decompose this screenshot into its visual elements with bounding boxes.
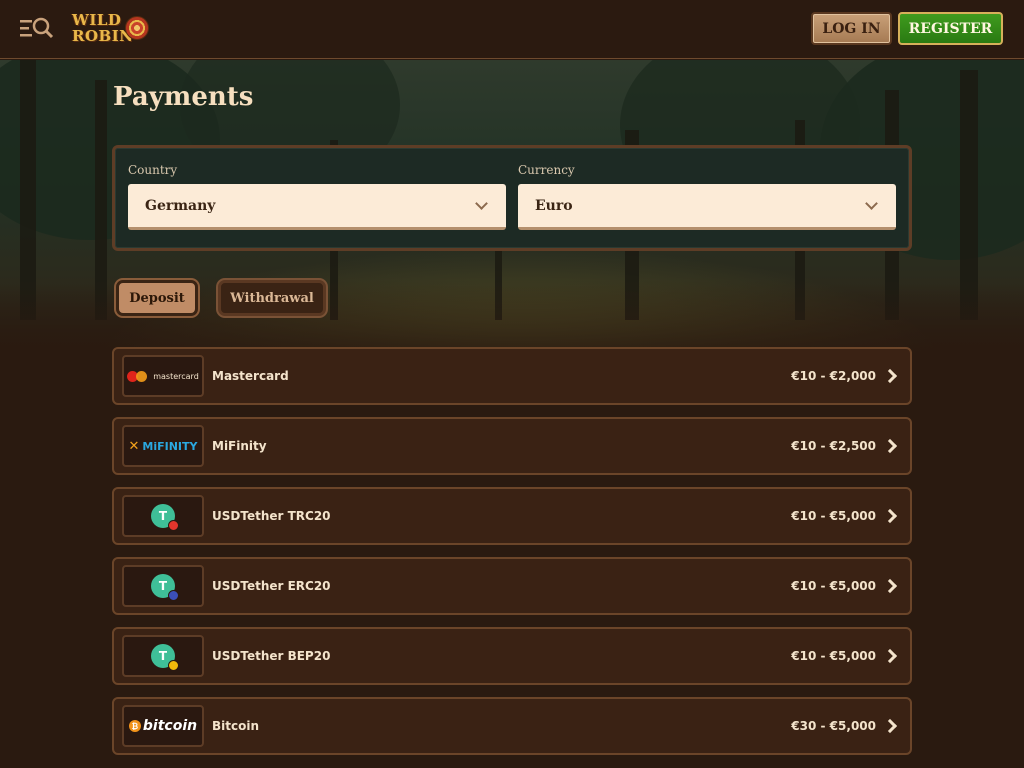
tether-erc20-logo: T bbox=[122, 565, 204, 607]
mifinity-logo: ✕ MiFINITY bbox=[122, 425, 204, 467]
method-name: USDTether TRC20 bbox=[212, 509, 331, 523]
method-row-tether-trc20[interactable]: T USDTether TRC20 €10 - €5,000 bbox=[112, 487, 912, 545]
country-value: Germany bbox=[145, 197, 216, 214]
bitcoin-logo: ₿ bitcoin bbox=[122, 705, 204, 747]
chevron-right-icon bbox=[882, 368, 898, 384]
currency-select[interactable]: Euro bbox=[518, 184, 896, 230]
chevron-right-icon bbox=[882, 438, 898, 454]
tether-trc20-logo: T bbox=[122, 495, 204, 537]
method-name: USDTether ERC20 bbox=[212, 579, 331, 593]
chevron-down-icon bbox=[865, 197, 878, 210]
chevron-down-icon bbox=[475, 197, 488, 210]
top-header: WILD ROBIN LOG IN REGISTER bbox=[0, 0, 1024, 59]
method-row-bitcoin[interactable]: ₿ bitcoin Bitcoin €30 - €5,000 bbox=[112, 697, 912, 755]
login-button[interactable]: LOG IN bbox=[811, 12, 892, 45]
method-range: €10 - €5,000 bbox=[791, 579, 876, 593]
country-label: Country bbox=[128, 163, 178, 177]
tether-bep20-logo: T bbox=[122, 635, 204, 677]
method-range: €10 - €2,500 bbox=[791, 439, 876, 453]
target-icon bbox=[125, 16, 149, 40]
method-name: MiFinity bbox=[212, 439, 267, 453]
tab-deposit[interactable]: Deposit bbox=[116, 280, 198, 316]
chevron-right-icon bbox=[882, 718, 898, 734]
method-range: €10 - €5,000 bbox=[791, 509, 876, 523]
method-row-tether-erc20[interactable]: T USDTether ERC20 €10 - €5,000 bbox=[112, 557, 912, 615]
method-row-tether-bep20[interactable]: T USDTether BEP20 €10 - €5,000 bbox=[112, 627, 912, 685]
method-range: €10 - €2,000 bbox=[791, 369, 876, 383]
wild-robin-logo[interactable]: WILD ROBIN bbox=[70, 10, 152, 48]
currency-value: Euro bbox=[535, 197, 573, 214]
method-row-mifinity[interactable]: ✕ MiFINITY MiFinity €10 - €2,500 bbox=[112, 417, 912, 475]
country-select[interactable]: Germany bbox=[128, 184, 506, 230]
currency-label: Currency bbox=[518, 163, 575, 177]
method-name: Mastercard bbox=[212, 369, 289, 383]
chevron-right-icon bbox=[882, 508, 898, 524]
method-range: €30 - €5,000 bbox=[791, 719, 876, 733]
method-name: USDTether BEP20 bbox=[212, 649, 331, 663]
chevron-right-icon bbox=[882, 648, 898, 664]
register-button[interactable]: REGISTER bbox=[898, 12, 1003, 45]
tab-withdrawal[interactable]: Withdrawal bbox=[218, 280, 326, 316]
mastercard-logo: mastercard bbox=[122, 355, 204, 397]
method-range: €10 - €5,000 bbox=[791, 649, 876, 663]
filter-panel: Country Germany Currency Euro bbox=[112, 145, 912, 251]
page-title: Payments bbox=[113, 82, 254, 112]
method-row-mastercard[interactable]: mastercard Mastercard €10 - €2,000 bbox=[112, 347, 912, 405]
chevron-right-icon bbox=[882, 578, 898, 594]
menu-search-icon[interactable] bbox=[20, 14, 54, 44]
method-name: Bitcoin bbox=[212, 719, 260, 733]
